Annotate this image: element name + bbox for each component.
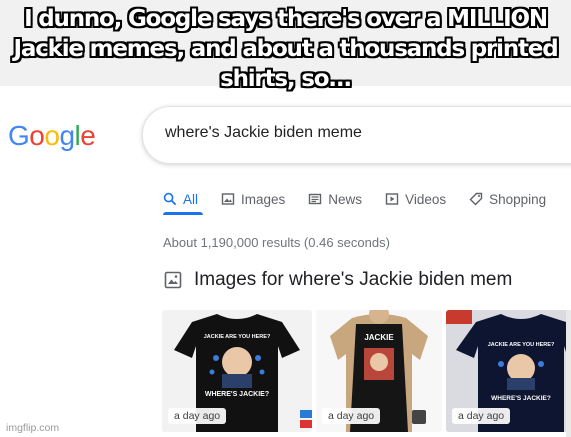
- newspaper-icon: [309, 193, 322, 205]
- tab-label: All: [183, 191, 199, 207]
- images-section-header[interactable]: Images for where's Jackie biden mem: [164, 269, 512, 291]
- tag-icon: [469, 192, 483, 206]
- play-icon: [385, 193, 399, 205]
- active-tab-indicator: [163, 212, 203, 215]
- google-logo[interactable]: Google: [8, 120, 96, 152]
- tab-label: Images: [241, 191, 286, 207]
- thumbnail[interactable]: JACKIE ARE YOU HERE? WHERE'S JACKIE? a d…: [446, 310, 571, 432]
- age-badge: a day ago: [168, 408, 227, 424]
- shirt-text: WHERE'S JACKIE?: [205, 391, 269, 398]
- tab-label: Videos: [405, 191, 447, 207]
- meme-caption: I dunno, Google says there's over a MILL…: [13, 6, 559, 92]
- image-icon: [221, 193, 235, 205]
- age-badge: a day ago: [322, 408, 381, 424]
- image-thumbnails: JACKIE ARE YOU HERE? WHERE'S JACKIE? a d…: [162, 310, 571, 437]
- logo-letter: o: [44, 120, 60, 151]
- next-thumbnail-edge: [566, 310, 571, 437]
- tab-all[interactable]: All: [163, 188, 198, 210]
- tab-news[interactable]: News: [308, 188, 362, 210]
- thumbnail[interactable]: JACKIE ARE YOU HERE? WHERE'S JACKIE? a d…: [162, 310, 312, 432]
- tab-label: News: [328, 191, 363, 207]
- tab-shopping[interactable]: Shopping: [469, 188, 546, 210]
- imgflip-watermark: imgflip.com: [6, 422, 60, 434]
- logo-letter: G: [8, 120, 30, 151]
- tab-images[interactable]: Images: [221, 188, 285, 210]
- image-icon: [164, 271, 182, 289]
- images-header-label: Images for where's Jackie biden mem: [194, 269, 513, 290]
- logo-letter: g: [59, 120, 75, 151]
- tab-videos[interactable]: Videos: [385, 188, 446, 210]
- thumbnail[interactable]: JACKIE a day ago: [316, 310, 442, 432]
- shirt-text: JACKIE ARE YOU HERE?: [488, 342, 555, 348]
- search-query[interactable]: where's Jackie biden meme: [165, 124, 362, 142]
- logo-letter: o: [29, 120, 45, 151]
- logo-letter: e: [80, 120, 96, 151]
- result-stats: About 1,190,000 results (0.46 seconds): [163, 235, 390, 250]
- search-tabs: All Images News Videos Shopping: [163, 188, 569, 210]
- search-icon: [163, 192, 177, 206]
- shirt-text: JACKIE ARE YOU HERE?: [204, 334, 271, 340]
- shirt-text: WHERE'S JACKIE?: [491, 395, 551, 402]
- shirt-text: JACKIE: [364, 333, 394, 342]
- age-badge: a day ago: [452, 408, 511, 424]
- tab-label: Shopping: [489, 191, 547, 207]
